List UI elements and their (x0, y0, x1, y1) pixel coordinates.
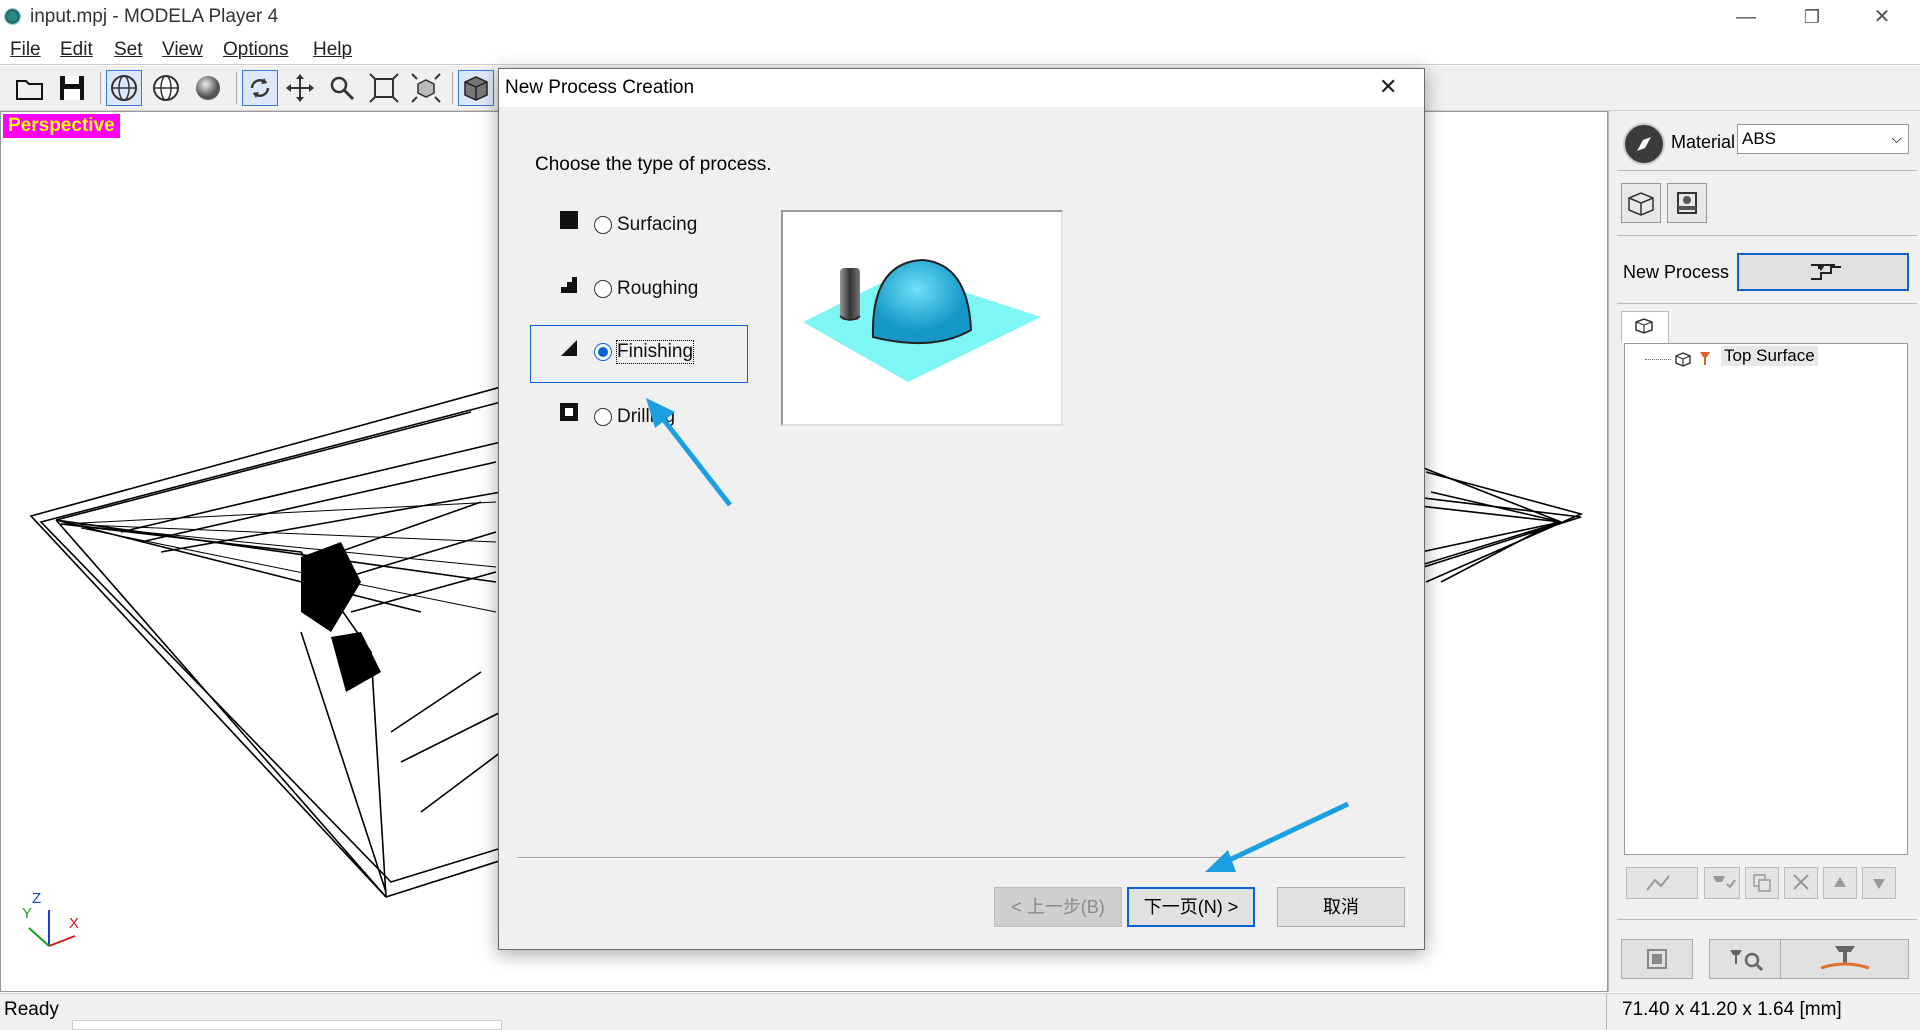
model-cube-icon[interactable] (458, 70, 494, 106)
new-process-dialog: New Process Creation ✕ Choose the type o… (498, 68, 1425, 950)
title-bar: input.mpj - MODELA Player 4 — ❐ ✕ (0, 0, 1920, 34)
process-panel: Material ABS ⌵ New Process Top Surface (1608, 111, 1920, 992)
material-select[interactable]: ABS ⌵ (1737, 124, 1909, 154)
menu-set[interactable]: Set (114, 39, 143, 61)
tree-item-top-surface[interactable]: Top Surface (1721, 346, 1818, 366)
surfacing-radio[interactable] (594, 216, 612, 234)
dialog-title: New Process Creation (505, 77, 695, 98)
dialog-close-button[interactable]: ✕ (1379, 74, 1397, 100)
view-mode-label: Perspective (3, 114, 120, 138)
fit-view-icon[interactable] (366, 70, 402, 106)
status-text: Ready (4, 999, 59, 1020)
menu-help[interactable]: Help (313, 39, 352, 61)
surfacing-label[interactable]: Surfacing (617, 214, 697, 236)
fit-model-icon[interactable] (408, 70, 444, 106)
drilling-label[interactable]: Drilling (617, 406, 675, 428)
zoom-icon[interactable] (324, 70, 360, 106)
tab-process-tree[interactable] (1621, 311, 1669, 343)
surface-setting-icon[interactable] (1626, 867, 1698, 899)
move-down-icon[interactable] (1862, 867, 1896, 899)
delete-icon[interactable] (1784, 867, 1818, 899)
process-tree[interactable]: Top Surface (1624, 343, 1908, 855)
hidden-line-view-icon[interactable] (148, 70, 184, 106)
menu-bar: File Edit Set View Options Help (0, 34, 1920, 65)
preview-cutting-icon[interactable] (1709, 939, 1781, 979)
shaded-view-icon[interactable] (190, 70, 226, 106)
pan-icon[interactable] (282, 70, 318, 106)
close-button[interactable]: ✕ (1854, 2, 1910, 32)
material-label: Material (1671, 132, 1736, 152)
axis-x-label: X (69, 915, 80, 932)
window-title: input.mpj - MODELA Player 4 (30, 6, 279, 27)
minimize-button[interactable]: — (1718, 2, 1774, 32)
axis-y-label: Y (22, 905, 33, 922)
drilling-icon (560, 403, 578, 421)
drilling-radio[interactable] (594, 408, 612, 426)
menu-edit[interactable]: Edit (60, 39, 93, 61)
new-process-label: New Process (1623, 262, 1730, 282)
new-process-button[interactable] (1737, 253, 1909, 291)
move-up-icon[interactable] (1823, 867, 1857, 899)
back-button[interactable]: < 上一步(B) (994, 887, 1122, 927)
open-folder-icon[interactable] (12, 70, 48, 106)
status-bar: Ready 71.40 x 41.20 x 1.64 [mm] (0, 993, 1920, 1030)
process-preview-image (781, 210, 1063, 426)
restore-button[interactable]: ❐ (1784, 2, 1840, 32)
copy-icon[interactable] (1745, 867, 1779, 899)
tool-path-icon (1700, 352, 1710, 365)
menu-view[interactable]: View (162, 39, 203, 61)
tool-check-icon[interactable] (1704, 867, 1740, 899)
finishing-label[interactable]: Finishing (615, 340, 695, 364)
cut-icon[interactable] (1780, 939, 1909, 979)
finishing-icon (561, 340, 577, 356)
model-dimensions: 71.40 x 41.20 x 1.64 [mm] (1622, 999, 1842, 1020)
menu-file[interactable]: File (10, 39, 41, 61)
roughing-label[interactable]: Roughing (617, 278, 698, 300)
chevron-down-icon: ⌵ (1891, 130, 1902, 146)
dialog-title-bar: New Process Creation ✕ (499, 69, 1424, 107)
process-settings-icon[interactable] (1621, 939, 1693, 979)
model-position-icon[interactable] (1667, 183, 1707, 223)
axis-z-label: Z (32, 890, 42, 907)
next-button[interactable]: 下一页(N) > (1127, 887, 1255, 927)
finishing-radio[interactable] (594, 343, 612, 361)
material-value: ABS (1742, 129, 1777, 148)
app-icon (4, 8, 21, 25)
roughing-icon (561, 277, 577, 293)
model-box-icon[interactable] (1621, 183, 1661, 223)
save-icon[interactable] (54, 70, 90, 106)
compass-icon[interactable] (1623, 123, 1665, 165)
model-tree-icon (1675, 352, 1691, 367)
roughing-radio[interactable] (594, 280, 612, 298)
dialog-prompt: Choose the type of process. (535, 154, 772, 175)
wireframe-view-icon[interactable] (106, 70, 142, 106)
menu-options[interactable]: Options (223, 39, 288, 61)
surfacing-icon (560, 211, 578, 229)
cancel-button[interactable]: 取消 (1277, 887, 1405, 927)
rotate-icon[interactable] (242, 70, 278, 106)
